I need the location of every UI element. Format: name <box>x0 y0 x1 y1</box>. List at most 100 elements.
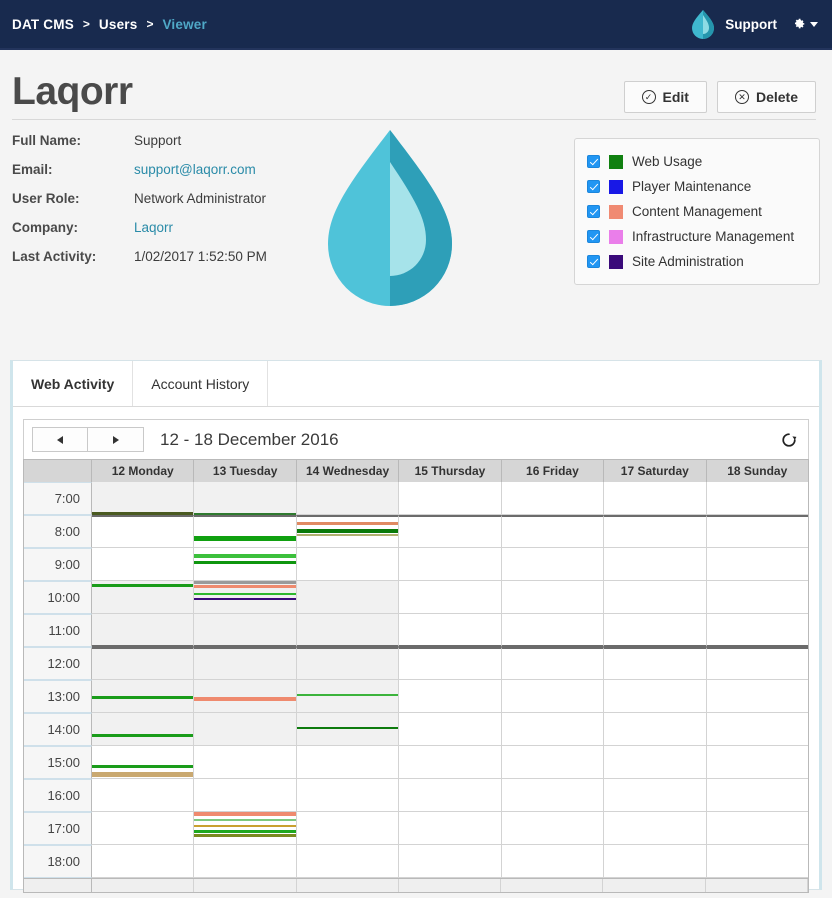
legend-checkbox-0[interactable] <box>587 155 600 168</box>
calendar-event-bar[interactable] <box>194 825 296 827</box>
calendar-cell[interactable] <box>399 713 502 746</box>
calendar-cell[interactable] <box>399 614 502 647</box>
tab-web-activity[interactable]: Web Activity <box>13 361 134 406</box>
calendar-day-header-4[interactable]: 16 Friday <box>502 460 605 482</box>
calendar-cell[interactable] <box>604 845 707 878</box>
calendar-event-bar[interactable] <box>194 593 296 595</box>
calendar-event-bar[interactable] <box>92 734 194 737</box>
calendar-cell[interactable] <box>92 614 195 647</box>
calendar-cell[interactable] <box>194 812 297 845</box>
calendar-cell[interactable] <box>194 746 297 779</box>
calendar-event-bar[interactable] <box>92 696 194 699</box>
legend-checkbox-1[interactable] <box>587 180 600 193</box>
calendar-cell[interactable] <box>501 581 605 614</box>
calendar-event-bar[interactable] <box>194 585 296 588</box>
legend-checkbox-3[interactable] <box>587 230 600 243</box>
calendar-cell[interactable] <box>92 548 195 581</box>
calendar-event-bar[interactable] <box>194 697 296 701</box>
calendar-cell[interactable] <box>296 845 400 878</box>
calendar-cell[interactable] <box>706 614 808 647</box>
calendar-event-bar[interactable] <box>92 772 194 777</box>
calendar-cell[interactable] <box>296 812 400 845</box>
calendar-cell[interactable] <box>296 581 400 614</box>
edit-button[interactable]: ✓ Edit <box>623 81 707 113</box>
calendar-cell[interactable] <box>296 746 400 779</box>
calendar-cell[interactable] <box>92 647 195 680</box>
calendar-cell[interactable] <box>706 680 808 713</box>
calendar-cell[interactable] <box>604 581 707 614</box>
calendar-cell[interactable] <box>604 812 707 845</box>
calendar-cell[interactable] <box>501 746 605 779</box>
calendar-event-bar[interactable] <box>194 561 296 564</box>
calendar-cell[interactable] <box>501 647 605 680</box>
calendar-cell[interactable] <box>706 746 808 779</box>
calendar-cell[interactable] <box>194 581 297 614</box>
calendar-cell[interactable] <box>501 812 605 845</box>
calendar-event-bar[interactable] <box>296 522 399 525</box>
calendar-cell[interactable] <box>92 845 195 878</box>
calendar-cell[interactable] <box>501 614 605 647</box>
calendar-cell[interactable] <box>92 482 195 516</box>
calendar-cell[interactable] <box>604 548 707 581</box>
calendar-cell[interactable] <box>399 746 502 779</box>
calendar-day-header-3[interactable]: 15 Thursday <box>399 460 502 482</box>
calendar-event-bar[interactable] <box>194 536 296 541</box>
calendar-cell[interactable] <box>501 845 605 878</box>
calendar-cell[interactable] <box>604 482 707 515</box>
calendar-cell[interactable] <box>706 581 808 614</box>
calendar-cell[interactable] <box>92 581 195 614</box>
calendar-day-header-0[interactable]: 12 Monday <box>92 460 195 482</box>
calendar-cell[interactable] <box>296 647 400 680</box>
calendar-event-bar[interactable] <box>194 581 296 584</box>
calendar-day-header-6[interactable]: 18 Sunday <box>707 460 808 482</box>
breadcrumb-item-viewer[interactable]: Viewer <box>162 17 206 32</box>
calendar-cell[interactable] <box>92 812 195 845</box>
calendar-cell[interactable] <box>706 845 808 878</box>
calendar-cell[interactable] <box>194 680 297 713</box>
calendar-cell[interactable] <box>399 581 502 614</box>
calendar-cell[interactable] <box>399 647 502 680</box>
calendar-cell[interactable] <box>399 548 502 581</box>
calendar-cell[interactable] <box>194 482 297 515</box>
calendar-cell[interactable] <box>194 845 297 878</box>
calendar-cell[interactable] <box>194 779 297 812</box>
calendar-event-bar[interactable] <box>92 584 194 587</box>
next-week-button[interactable] <box>88 427 144 452</box>
breadcrumb-item-users[interactable]: Users <box>99 17 138 32</box>
calendar-cell[interactable] <box>706 647 808 680</box>
calendar-event-bar[interactable] <box>194 812 296 816</box>
calendar-cell[interactable] <box>92 746 195 779</box>
calendar-cell[interactable] <box>706 812 808 845</box>
calendar-cell[interactable] <box>399 779 502 812</box>
field-value-company[interactable]: Laqorr <box>134 220 267 249</box>
calendar-cell[interactable] <box>92 515 195 548</box>
calendar-cell[interactable] <box>501 779 605 812</box>
calendar-event-bar[interactable] <box>194 819 296 821</box>
calendar-cell[interactable] <box>296 779 400 812</box>
calendar-event-bar[interactable] <box>194 598 296 600</box>
calendar-event-bar[interactable] <box>194 554 296 558</box>
calendar-cell[interactable] <box>501 548 605 581</box>
prev-week-button[interactable] <box>32 427 88 452</box>
calendar-cell[interactable] <box>501 482 605 515</box>
calendar-cell[interactable] <box>194 614 297 647</box>
calendar-day-header-2[interactable]: 14 Wednesday <box>297 460 400 482</box>
calendar-cell[interactable] <box>92 680 195 713</box>
calendar-cell[interactable] <box>501 680 605 713</box>
calendar-cell[interactable] <box>706 515 808 548</box>
calendar-cell[interactable] <box>399 812 502 845</box>
legend-checkbox-4[interactable] <box>587 255 600 268</box>
calendar-event-bar[interactable] <box>194 834 296 837</box>
calendar-cell[interactable] <box>296 713 400 746</box>
calendar-cell[interactable] <box>194 515 297 548</box>
calendar-cell[interactable] <box>399 680 502 713</box>
calendar-cell[interactable] <box>706 548 808 581</box>
calendar-cell[interactable] <box>296 515 400 548</box>
calendar-cell[interactable] <box>296 614 400 647</box>
calendar-event-bar[interactable] <box>194 830 296 833</box>
legend-checkbox-2[interactable] <box>587 205 600 218</box>
calendar-cell[interactable] <box>604 713 707 746</box>
calendar-cell[interactable] <box>706 482 808 515</box>
tab-account-history[interactable]: Account History <box>133 361 269 406</box>
calendar-cell[interactable] <box>604 515 707 548</box>
